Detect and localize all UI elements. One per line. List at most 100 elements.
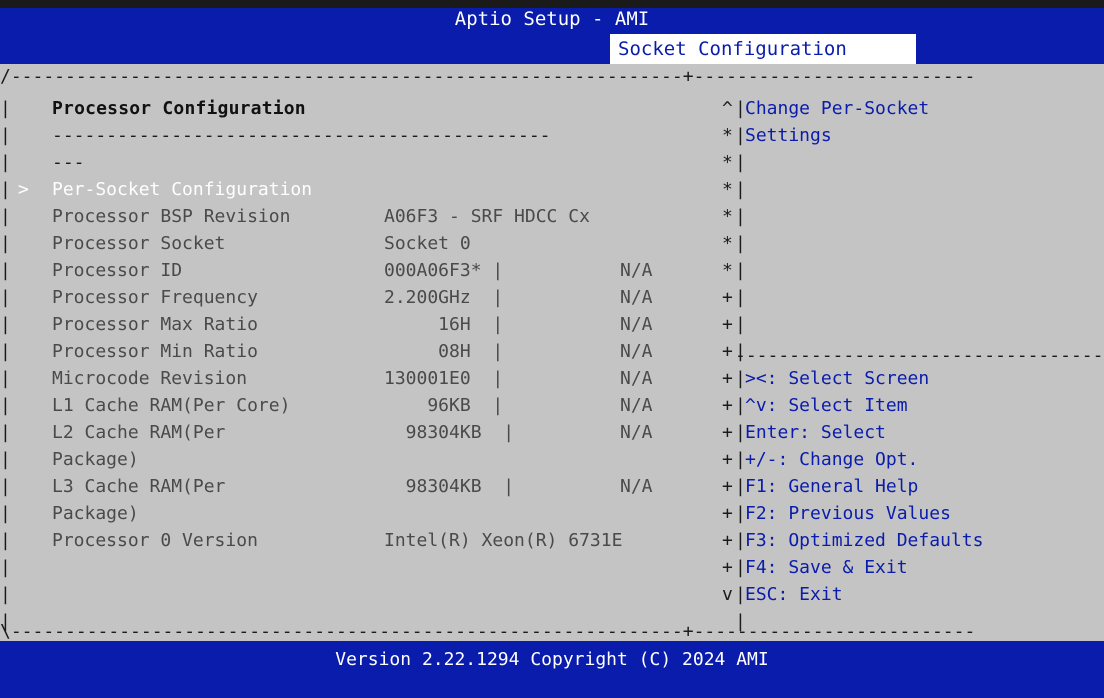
row-extra-value: N/A (620, 395, 653, 416)
row-value: 130001E0 | (384, 368, 504, 389)
left-border-segment: | (0, 530, 11, 551)
row-label: Processor Max Ratio (52, 314, 258, 335)
left-border-segment: | (0, 260, 11, 281)
scroll-mark: + (722, 395, 733, 416)
scroll-mark: + (722, 557, 733, 578)
help-divider-segment: | (735, 152, 746, 173)
scroll-mark: * (722, 206, 733, 227)
row-label: Processor Frequency (52, 287, 258, 308)
setup-panel: /---------------------------------------… (0, 64, 1104, 641)
row-extra-value: N/A (620, 287, 653, 308)
version-text: Version 2.22.1294 Copyright (C) 2024 AMI (335, 649, 769, 670)
left-border-segment: | (0, 368, 11, 389)
help-description-line-1: Change Per-Socket (745, 98, 930, 119)
scroll-mark: + (722, 368, 733, 389)
scroll-mark: + (722, 314, 733, 335)
key-help-item: ><: Select Screen (745, 368, 930, 389)
left-border-segment: | (0, 314, 11, 335)
left-border-segment: | (0, 98, 11, 119)
row-value: 2.200GHz | (384, 287, 504, 308)
left-border-segment: | (0, 233, 11, 254)
app-title: Aptio Setup - AMI (454, 8, 650, 30)
key-help-item: F4: Save & Exit (745, 557, 908, 578)
help-divider-segment: | (735, 314, 746, 335)
left-border-segment: | (0, 179, 11, 200)
scroll-mark: + (722, 530, 733, 551)
left-border-segment: | (0, 503, 11, 524)
left-border-segment: | (0, 341, 11, 362)
top-border: /---------------------------------------… (0, 68, 976, 86)
scroll-mark: + (722, 503, 733, 524)
row-label: Processor Min Ratio (52, 341, 258, 362)
help-divider-segment: | (735, 233, 746, 254)
left-border-segment: | (0, 449, 11, 470)
key-help-item: ^v: Select Item (745, 395, 908, 416)
row-value: Intel(R) Xeon(R) 6731E (384, 530, 623, 551)
left-border-segment: | (0, 152, 11, 173)
left-border-segment: | (0, 206, 11, 227)
left-border-segment: | (0, 287, 11, 308)
heading-separator: ----------------------------------------… (52, 125, 551, 146)
row-value: 000A06F3* | (384, 260, 504, 281)
tab-socket-configuration[interactable]: Socket Configuration (610, 34, 916, 64)
page-title: Processor Configuration (52, 98, 306, 119)
heading-separator-2: --- (52, 152, 85, 173)
help-divider-segment: | (735, 260, 746, 281)
row-value: 16H | (384, 314, 504, 335)
row-extra-value: N/A (620, 341, 653, 362)
row-extra-value: N/A (620, 368, 653, 389)
row-label: Microcode Revision (52, 368, 248, 389)
row-value: 98304KB | (384, 422, 515, 443)
row-label: Package) (52, 503, 139, 524)
bottom-border: \---------------------------------------… (0, 623, 976, 641)
help-divider-segment: | (735, 179, 746, 200)
left-border-segment: | (0, 476, 11, 497)
row-label: Processor BSP Revision (52, 206, 291, 227)
left-border-segment: | (0, 395, 11, 416)
menu-item-per-socket-configuration[interactable]: Per-Socket Configuration (52, 176, 312, 203)
key-help-item: ESC: Exit (745, 584, 843, 605)
row-value: A06F3 - SRF HDCC Cx (384, 206, 590, 227)
row-value: Socket 0 (384, 233, 471, 254)
row-label: Processor ID (52, 260, 183, 281)
scroll-mark: ^ (722, 98, 733, 119)
key-help-item: F1: General Help (745, 476, 919, 497)
key-help-item: F3: Optimized Defaults (745, 530, 984, 551)
help-divider-segment: | (735, 206, 746, 227)
row-label: L1 Cache RAM(Per Core) (52, 395, 291, 416)
row-label: Processor 0 Version (52, 530, 258, 551)
left-border-segment: | (0, 584, 11, 605)
scroll-mark: * (722, 152, 733, 173)
scroll-mark: + (722, 449, 733, 470)
help-description-line-2: Settings (745, 125, 832, 146)
title-bar: Aptio Setup - AMI Socket Configuration (0, 0, 1104, 64)
footer-bar: Version 2.22.1294 Copyright (C) 2024 AMI (0, 641, 1104, 698)
row-value: 98304KB | (384, 476, 515, 497)
scroll-mark: + (722, 422, 733, 443)
help-separator: ----------------------------------------… (735, 347, 1104, 365)
scroll-mark: * (722, 179, 733, 200)
key-help-item: F2: Previous Values (745, 503, 951, 524)
row-label: Package) (52, 449, 139, 470)
row-extra-value: N/A (620, 260, 653, 281)
row-label: Processor Socket (52, 233, 226, 254)
scroll-mark: + (722, 476, 733, 497)
row-value: 96KB | (384, 395, 504, 416)
row-extra-value: N/A (620, 476, 653, 497)
row-label: L3 Cache RAM(Per (52, 476, 226, 497)
scroll-mark: * (722, 125, 733, 146)
key-help-item: +/-: Change Opt. (745, 449, 919, 470)
row-value: 08H | (384, 341, 504, 362)
row-extra-value: N/A (620, 314, 653, 335)
scroll-mark: * (722, 233, 733, 254)
help-divider-segment: | (735, 287, 746, 308)
key-help-item: Enter: Select (745, 422, 886, 443)
scroll-mark: v (722, 584, 733, 605)
left-border-segment: | (0, 125, 11, 146)
selection-cursor: > (18, 179, 29, 200)
scroll-mark: + (722, 341, 733, 362)
row-extra-value: N/A (620, 422, 653, 443)
left-border-segment: | (0, 422, 11, 443)
scroll-mark: * (722, 260, 733, 281)
left-border-segment: | (0, 557, 11, 578)
